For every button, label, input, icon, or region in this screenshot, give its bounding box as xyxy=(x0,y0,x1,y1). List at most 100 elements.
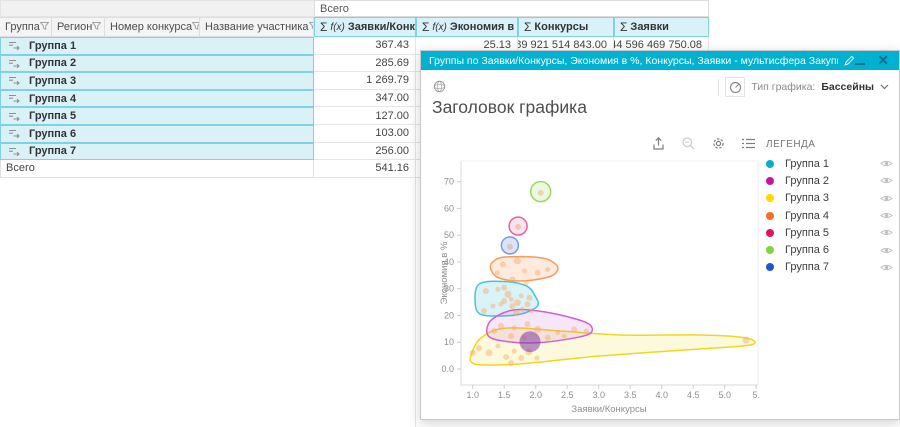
svg-text:Заявки/Конкурсы: Заявки/Конкурсы xyxy=(571,404,646,415)
pencil-icon[interactable] xyxy=(844,55,855,66)
row-label[interactable]: Группа 3 xyxy=(0,72,314,90)
pivot-cell: 1 269.79 xyxy=(314,72,416,90)
pivot-cell: 256.00 xyxy=(314,143,416,161)
legend-item[interactable]: Группа 3 xyxy=(766,190,893,207)
multisphere-icon xyxy=(433,80,446,98)
minimize-button[interactable] xyxy=(855,63,865,65)
sigma-icon: Σ xyxy=(524,20,531,34)
svg-text:Экономия в %: Экономия в % xyxy=(439,241,450,304)
legend-item[interactable]: Группа 4 xyxy=(766,207,893,224)
expand-hierarchy-icon[interactable] xyxy=(8,147,21,156)
sigma-icon: Σ xyxy=(422,20,429,34)
chart-toolbar xyxy=(651,136,756,151)
svg-text:10: 10 xyxy=(444,337,454,347)
separator xyxy=(718,79,719,96)
svg-text:5.: 5. xyxy=(752,390,760,400)
legend-color-dot xyxy=(766,177,774,185)
value-column-header[interactable]: ΣКонкурсы xyxy=(518,17,614,37)
pivot-cell: 127.00 xyxy=(314,107,416,125)
eye-icon[interactable] xyxy=(880,246,893,255)
row-label[interactable]: Группа 2 xyxy=(0,55,314,73)
grid-column-separator xyxy=(415,178,416,427)
row-label[interactable]: Группа 1 xyxy=(0,37,314,55)
legend-color-dot xyxy=(766,212,774,220)
legend-item[interactable]: Группа 2 xyxy=(766,172,893,189)
gear-icon[interactable] xyxy=(711,136,726,151)
svg-text:60: 60 xyxy=(444,203,454,213)
eye-icon[interactable] xyxy=(880,211,893,220)
close-button[interactable]: ✕ xyxy=(877,51,889,70)
expand-hierarchy-icon[interactable] xyxy=(8,94,21,103)
value-column-header[interactable]: Σf(x)Заявки/Конкурсы xyxy=(314,17,416,37)
chart-type-control[interactable]: Тип графика: Бассейны xyxy=(718,77,889,97)
expand-hierarchy-icon[interactable] xyxy=(8,112,21,121)
row-label[interactable]: Группа 4 xyxy=(0,90,314,108)
dialog-titlebar[interactable]: Группы по Заявки/Конкурсы, Экономия в %,… xyxy=(421,51,899,70)
export-icon[interactable] xyxy=(651,136,666,151)
legend-item-label: Группа 4 xyxy=(785,210,829,222)
svg-text:20: 20 xyxy=(444,311,454,321)
legend-item[interactable]: Группа 7 xyxy=(766,259,893,276)
dialog-body: 1.01.52.02.53.03.54.04.55.05.0.010203040… xyxy=(421,70,899,419)
chart-dialog-window: Группы по Заявки/Конкурсы, Экономия в %,… xyxy=(420,50,900,420)
legend-header: ЛЕГЕНДА xyxy=(766,139,815,150)
eye-icon[interactable] xyxy=(880,194,893,203)
row-label[interactable]: Группа 7 xyxy=(0,143,314,161)
svg-text:1.0: 1.0 xyxy=(466,390,479,400)
fx-icon: f(x) xyxy=(330,22,344,33)
svg-text:2.0: 2.0 xyxy=(529,390,542,400)
svg-text:3.5: 3.5 xyxy=(624,390,637,400)
total-span-header: Всего xyxy=(314,0,709,17)
column-header[interactable]: Название участника xyxy=(200,17,314,37)
chart-type-label: Тип графика: xyxy=(751,81,815,93)
pivot-cell: 285.69 xyxy=(314,55,416,73)
chart-type-icon[interactable] xyxy=(725,77,745,97)
filter-funnel-icon[interactable] xyxy=(40,21,49,33)
eye-icon[interactable] xyxy=(880,228,893,237)
column-header[interactable]: Номер конкурса xyxy=(105,17,200,37)
legend: Группа 1 Группа 2 Группа 3 Группа 4 Группа 5… xyxy=(766,155,893,276)
legend-item-label: Группа 1 xyxy=(785,158,829,170)
legend-item[interactable]: Группа 5 xyxy=(766,224,893,241)
chart-type-value: Бассейны xyxy=(821,81,874,93)
svg-text:50: 50 xyxy=(444,230,454,240)
legend-item-label: Группа 7 xyxy=(785,261,829,273)
legend-color-dot xyxy=(766,229,774,237)
expand-hierarchy-icon[interactable] xyxy=(8,76,21,85)
svg-text:70: 70 xyxy=(444,177,454,187)
pivot-cell: 103.00 xyxy=(314,125,416,143)
pivot-cell: 367.43 xyxy=(314,37,416,55)
legend-item-label: Группа 3 xyxy=(785,192,829,204)
column-header[interactable]: Группа xyxy=(0,17,52,37)
legend-item[interactable]: Группа 6 xyxy=(766,241,893,258)
value-column-header[interactable]: ΣЗаявки xyxy=(614,17,709,37)
svg-text:4.0: 4.0 xyxy=(655,390,668,400)
column-header[interactable]: Регион xyxy=(52,17,105,37)
expand-hierarchy-icon[interactable] xyxy=(8,41,21,50)
chevron-down-icon xyxy=(880,84,889,90)
expand-hierarchy-icon[interactable] xyxy=(8,59,21,68)
eye-icon[interactable] xyxy=(880,263,893,272)
legend-item[interactable]: Группа 1 xyxy=(766,155,893,172)
svg-text:4.5: 4.5 xyxy=(687,390,700,400)
sigma-icon: Σ xyxy=(320,20,327,34)
row-label[interactable]: Группа 5 xyxy=(0,107,314,125)
svg-text:0.0: 0.0 xyxy=(441,364,454,374)
row-label[interactable]: Всего xyxy=(0,160,314,178)
filter-funnel-icon[interactable] xyxy=(192,21,200,33)
eye-icon[interactable] xyxy=(880,176,893,185)
expand-hierarchy-icon[interactable] xyxy=(8,129,21,138)
sigma-icon: Σ xyxy=(620,20,627,34)
row-label[interactable]: Группа 6 xyxy=(0,125,314,143)
eye-icon[interactable] xyxy=(880,159,893,168)
svg-text:1.5: 1.5 xyxy=(498,390,511,400)
list-icon[interactable] xyxy=(741,137,756,150)
chart-title: Заголовок графика xyxy=(432,97,587,118)
filter-funnel-icon[interactable] xyxy=(92,21,101,33)
svg-text:3.0: 3.0 xyxy=(592,390,605,400)
value-column-header[interactable]: Σf(x)Экономия в % xyxy=(416,17,518,37)
legend-item-label: Группа 2 xyxy=(785,175,829,187)
legend-color-dot xyxy=(766,246,774,254)
dialog-title: Группы по Заявки/Конкурсы, Экономия в %,… xyxy=(429,55,838,67)
zoom-icon[interactable] xyxy=(681,136,696,151)
